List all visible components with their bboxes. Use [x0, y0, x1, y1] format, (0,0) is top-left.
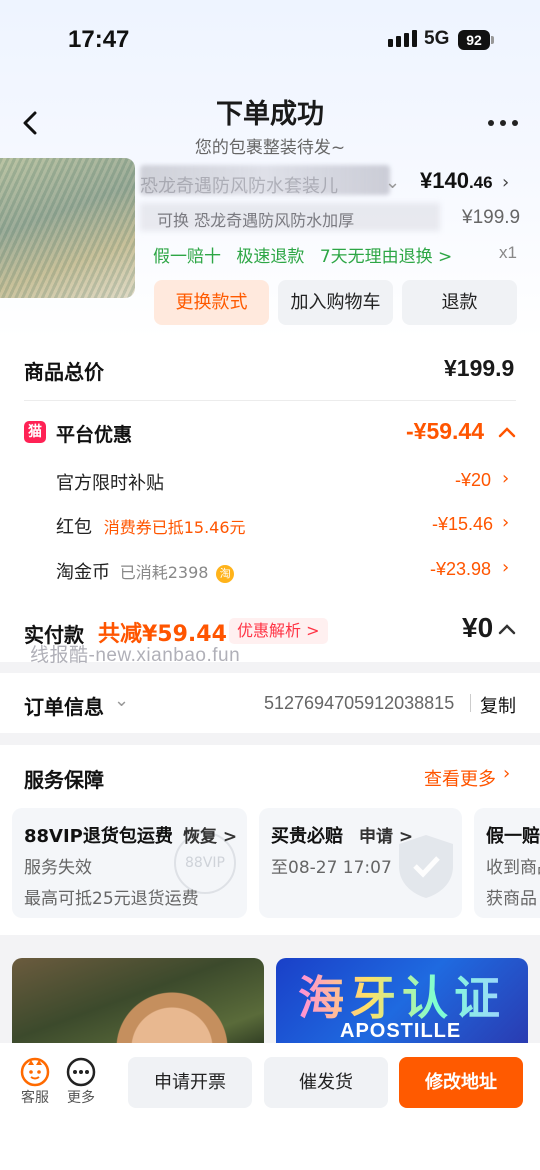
- coin-row: 淘金币 已消耗2398 淘: [56, 558, 235, 584]
- urge-shipping-button[interactable]: 催发货: [264, 1057, 388, 1108]
- ad-banner-apostille[interactable]: 海牙认证 APOSTILLE: [276, 958, 528, 1048]
- customer-service-icon[interactable]: [15, 1057, 55, 1091]
- bottom-action-bar: 客服 更多 申请开票 催发货 修改地址: [0, 1043, 540, 1170]
- chevron-down-icon: ⌄: [385, 172, 401, 193]
- chevron-up-icon[interactable]: [498, 425, 516, 439]
- order-info-label[interactable]: 订单信息: [24, 691, 104, 720]
- product-sku: 可换 恐龙奇遇防风防水加厚: [157, 211, 355, 230]
- chevron-down-icon[interactable]: ⌄: [114, 690, 129, 711]
- more-icon[interactable]: [61, 1057, 101, 1091]
- guarantee-tag: 极速退款: [236, 247, 305, 267]
- watermark: 线报酷-new.xianbao.fun: [30, 645, 241, 666]
- product-thumbnail[interactable]: [0, 158, 135, 298]
- subsidy-label: 官方限时补贴: [56, 473, 164, 494]
- redpacket-label: 红包: [56, 517, 92, 538]
- page-title: 下单成功: [216, 99, 324, 130]
- coin-note: 已消耗2398: [119, 563, 209, 582]
- service-item-88vip[interactable]: 88VIP 88VIP退货包运费 恢复 > 服务失效 最高可抵25元退货运费: [12, 808, 247, 918]
- coin-label: 淘金币: [56, 562, 110, 583]
- quantity: x1: [499, 243, 517, 262]
- copy-button[interactable]: 复制: [480, 692, 516, 718]
- price-integer: ¥140: [420, 168, 469, 193]
- chevron-right-icon[interactable]: ›: [502, 512, 509, 533]
- redpacket-value[interactable]: -¥15.46: [432, 514, 493, 535]
- modify-address-button[interactable]: 修改地址: [399, 1057, 523, 1108]
- restore-button[interactable]: 恢复 >: [183, 822, 237, 847]
- apply-invoice-button[interactable]: 申请开票: [128, 1057, 252, 1108]
- more-label[interactable]: 更多: [61, 1087, 101, 1107]
- product-price: ¥140.46: [420, 168, 493, 194]
- signal-icon: [388, 30, 417, 47]
- guarantee-tag: 假一赔十: [153, 247, 221, 267]
- customer-service-label[interactable]: 客服: [15, 1087, 55, 1107]
- page-subtitle: 您的包裹整装待发~: [194, 138, 346, 158]
- total-label: 商品总价: [24, 360, 104, 384]
- chevron-right-icon[interactable]: ›: [502, 172, 509, 193]
- redpacket-row: 红包 消费券已抵15.46元: [56, 513, 246, 539]
- service-item-status: 服务失效: [24, 858, 92, 878]
- more-options-icon[interactable]: [488, 120, 518, 126]
- chevron-right-icon[interactable]: ›: [502, 557, 509, 578]
- chevron-up-icon[interactable]: [498, 622, 516, 636]
- order-number: 5127694705912038815: [264, 693, 455, 713]
- service-item-title: 假一赔: [486, 826, 540, 847]
- service-item-desc: 最高可抵25元退货运费: [24, 889, 199, 909]
- guarantee-tags[interactable]: 假一赔十 极速退款 7天无理由退换 >: [153, 242, 462, 267]
- chevron-right-icon[interactable]: ›: [502, 468, 509, 489]
- service-item-title: 88VIP退货包运费: [24, 826, 173, 847]
- redpacket-note: 消费券已抵15.46元: [103, 518, 246, 537]
- service-title: 服务保障: [24, 768, 104, 792]
- price-card: [0, 340, 540, 662]
- service-item-desc: 获商品: [486, 889, 537, 909]
- discount-analysis-tag[interactable]: 优惠解析 >: [229, 618, 328, 644]
- refund-button[interactable]: 退款: [402, 280, 517, 325]
- paid-value: ¥0: [462, 612, 494, 643]
- see-more-link[interactable]: 查看更多: [424, 765, 496, 791]
- original-price: ¥199.9: [462, 207, 521, 228]
- total-value: ¥199.9: [444, 355, 515, 381]
- platform-discount-value[interactable]: -¥59.44: [406, 418, 484, 445]
- status-bar: 17:47 5G 92: [0, 0, 540, 80]
- add-to-cart-button[interactable]: 加入购物车: [278, 280, 393, 325]
- ad-banner-photo[interactable]: [12, 958, 264, 1048]
- product-name[interactable]: 恐龙奇遇防风防水套装儿: [140, 172, 400, 198]
- network-type: 5G: [424, 28, 450, 49]
- platform-discount-label: 平台优惠: [56, 424, 133, 446]
- gold-coin-icon: 淘: [216, 565, 235, 583]
- service-item-deadline: 至08-27 17:07: [271, 858, 392, 878]
- service-item-fake-compensation[interactable]: 假一赔 收到商品 获商品: [474, 808, 540, 918]
- battery-icon: 92: [458, 30, 490, 50]
- status-time: 17:47: [68, 26, 130, 53]
- chevron-right-icon[interactable]: ›: [503, 763, 510, 784]
- battery-tip: [491, 36, 494, 44]
- banner-subtitle: APOSTILLE: [340, 1020, 462, 1042]
- service-item-desc: 收到商品: [486, 858, 540, 878]
- change-style-button[interactable]: 更换款式: [154, 280, 269, 325]
- tmall-icon: 猫: [24, 421, 46, 443]
- service-item-title: 买贵必赔: [271, 826, 343, 847]
- guarantee-tag: 7天无理由退换 >: [319, 247, 453, 267]
- service-item-price-protect[interactable]: 买贵必赔 申请 > 至08-27 17:07: [259, 808, 462, 918]
- divider: [470, 694, 471, 712]
- apply-button[interactable]: 申请 >: [359, 822, 413, 847]
- divider: [24, 400, 516, 401]
- banner-headline: 海牙认证: [298, 962, 506, 1028]
- price-decimal: .46: [468, 173, 493, 192]
- subsidy-value[interactable]: -¥20: [455, 470, 491, 491]
- coin-value[interactable]: -¥23.98: [430, 559, 491, 580]
